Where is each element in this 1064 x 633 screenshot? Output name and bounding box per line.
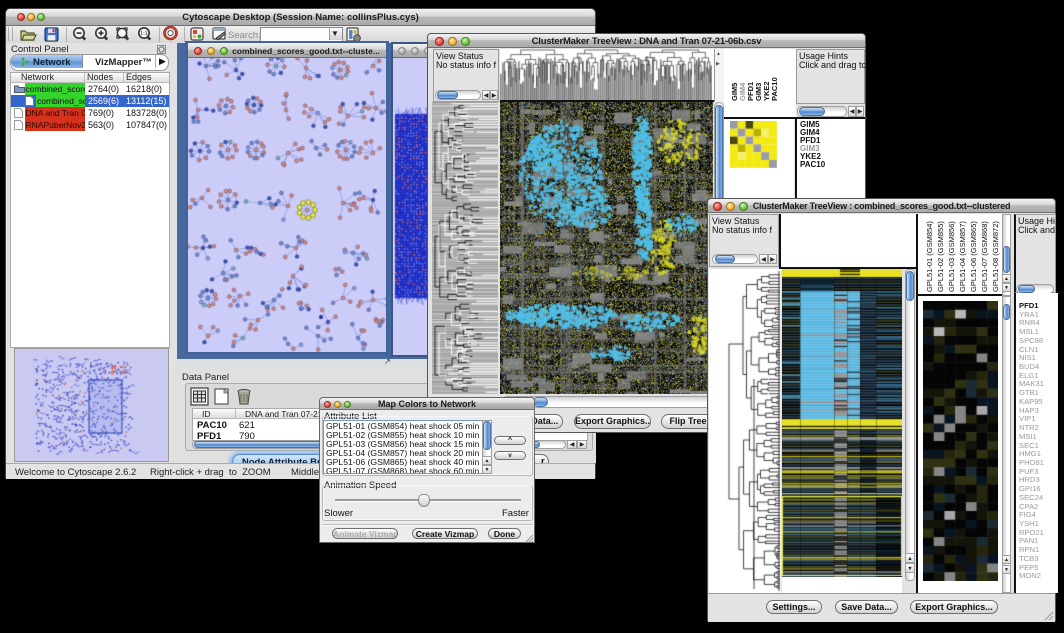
svg-text:1:1: 1:1 bbox=[140, 31, 148, 37]
